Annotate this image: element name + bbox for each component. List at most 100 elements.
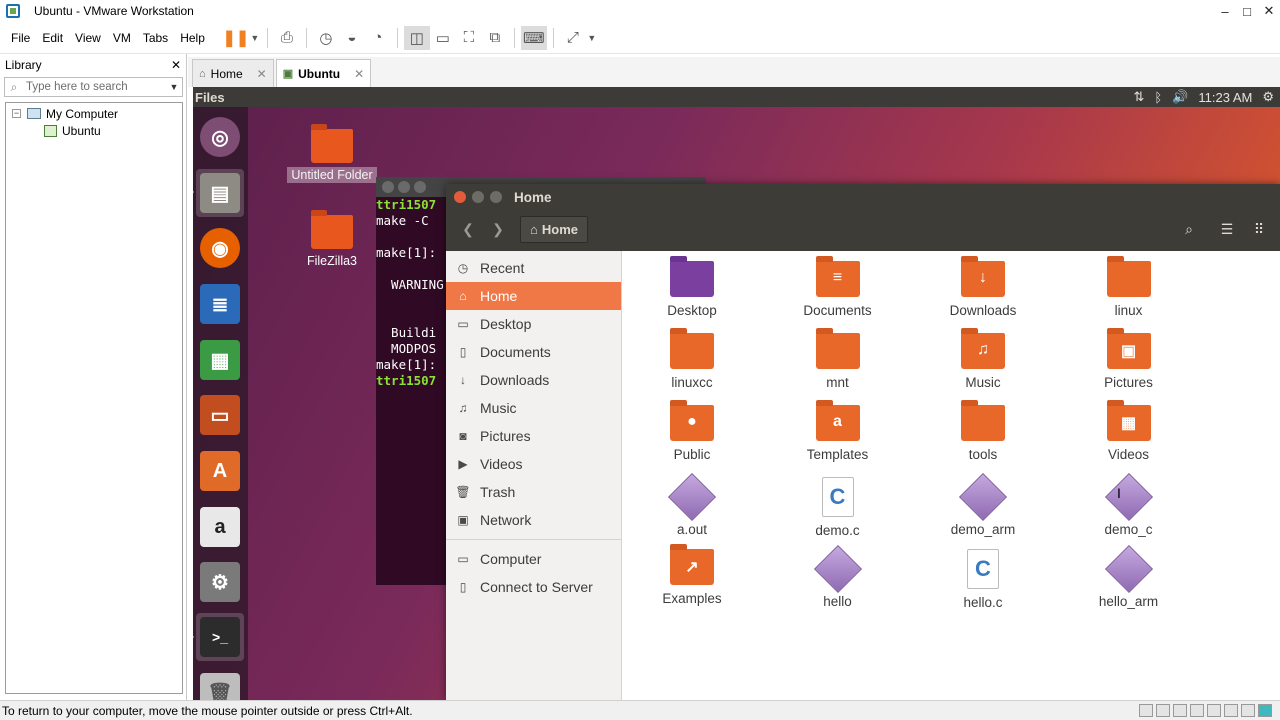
launcher-amazon[interactable]: a [196,503,244,551]
file-item-demo-c[interactable]: demo_c [1069,472,1189,537]
file-item-templates[interactable]: a Templates [778,400,898,462]
launcher-terminal[interactable]: >_ [196,613,244,661]
file-item-a-out[interactable]: a.out [632,472,752,537]
desktop-icon-filezilla3[interactable]: FileZilla3 [277,210,387,269]
tab-home[interactable]: ⌂ Home ✕ [192,59,274,87]
full-screen-icon[interactable]: ⛶ [456,26,482,50]
launcher-trash[interactable]: 🗑 [196,669,244,700]
tab-close-icon[interactable]: ✕ [257,67,267,81]
list-view-icon[interactable]: ☰ [1214,216,1240,242]
tab-ubuntu[interactable]: ▣ Ubuntu ✕ [275,59,372,87]
file-item-downloads[interactable]: ↓ Downloads [923,256,1043,318]
sidebar-item-connect-to-server[interactable]: ▯ Connect to Server [446,573,621,601]
menu-tabs[interactable]: Tabs [137,31,174,45]
file-item-mnt[interactable]: mnt [778,328,898,390]
chevron-down-icon[interactable]: ▼ [166,82,182,92]
sidebar-item-documents[interactable]: ▯ Documents [446,338,621,366]
file-item-linuxcc[interactable]: linuxcc [632,328,752,390]
file-item-pictures[interactable]: ▣ Pictures [1069,328,1189,390]
sidebar-item-videos[interactable]: ▶ Videos [446,450,621,478]
menu-edit[interactable]: Edit [36,31,69,45]
sidebar-item-trash[interactable]: 🗑 Trash [446,478,621,506]
send-ctrl-alt-del-icon[interactable]: ⎙ [274,26,300,50]
minimize-button[interactable]: – [1213,0,1237,22]
usb-status-icon[interactable] [1190,704,1204,717]
hdd-status-icon[interactable] [1139,704,1153,717]
snapshot-manager-icon[interactable]: ◔ [365,26,391,50]
launcher-files[interactable]: ▤ [196,169,244,217]
message-log-icon[interactable] [1258,704,1272,717]
file-item-music[interactable]: ♫ Music [923,328,1043,390]
launcher-writer[interactable]: ≣ [196,280,244,328]
bluetooth-icon[interactable]: ᛒ [1154,90,1162,105]
launcher-calc[interactable]: ▦ [196,336,244,384]
file-item-videos[interactable]: ▦ Videos [1069,400,1189,462]
pause-dropdown-icon[interactable]: ▼ [249,33,261,43]
file-item-hello-c[interactable]: Chello.c [923,549,1043,610]
file-item-desktop[interactable]: Desktop [632,256,752,318]
menu-view[interactable]: View [69,31,107,45]
close-button[interactable]: ✕ [1257,0,1280,22]
volume-icon[interactable]: 🔊 [1172,89,1188,105]
menu-vm[interactable]: VM [107,31,137,45]
file-item-hello[interactable]: hello [778,544,898,609]
forward-arrow-icon[interactable]: ❯ [484,216,512,242]
sound-status-icon[interactable] [1207,704,1221,717]
cdrom-status-icon[interactable] [1156,704,1170,717]
library-search[interactable]: ⌕ Type here to search ▼ [4,77,183,97]
display-status-icon[interactable] [1241,704,1255,717]
maximize-icon[interactable] [490,191,502,203]
settings-gear-icon[interactable]: ⚙ [1262,89,1274,105]
launcher-settings[interactable]: ⚙ [196,558,244,606]
tree-item-ubuntu[interactable]: Ubuntu [6,122,182,139]
printer-status-icon[interactable] [1224,704,1238,717]
launcher-software[interactable]: A [196,447,244,495]
menu-help[interactable]: Help [174,31,211,45]
network-icon[interactable]: ⇅ [1133,89,1144,105]
file-item-tools[interactable]: tools [923,400,1043,462]
revert-snapshot-icon[interactable]: ◒ [339,26,365,50]
stretch-guest-icon[interactable]: ⤢ [560,26,586,50]
minimize-icon[interactable] [472,191,484,203]
sidebar-item-downloads[interactable]: ↓ Downloads [446,366,621,394]
grid-view-icon[interactable]: ⠿ [1246,216,1272,242]
file-item-documents[interactable]: ≡ Documents [778,256,898,318]
clock[interactable]: 11:23 AM [1198,90,1252,105]
guest-display[interactable]: Files ⇅ ᛒ 🔊 11:23 AM ⚙ ◎ ▤ ◉ ≣ ▦ ▭ A a ⚙… [193,87,1280,700]
breadcrumb-home[interactable]: ⌂ Home [520,216,588,243]
search-icon[interactable]: ⌕ [1176,216,1202,242]
pause-icon[interactable]: ❚❚ [222,26,249,50]
file-item-demo-c[interactable]: Cdemo.c [778,477,898,538]
sidebar-item-home[interactable]: ⌂ Home [446,282,621,310]
sidebar-item-computer[interactable]: ▭ Computer [446,545,621,573]
file-item-demo-arm[interactable]: demo_arm [923,472,1043,537]
unity-icon[interactable]: ⧉ [482,26,508,50]
sidebar-item-recent[interactable]: ◷ Recent [446,254,621,282]
sidebar-item-network[interactable]: ▣ Network [446,506,621,534]
console-view-icon[interactable]: ⌨ [520,25,547,50]
library-search-input[interactable]: Type here to search [23,81,166,93]
file-item-hello-arm[interactable]: hello_arm [1069,544,1189,609]
file-item-linux[interactable]: linux [1069,256,1189,318]
tab-close-icon[interactable]: ✕ [354,67,364,81]
dash-button[interactable]: ◎ [196,113,244,161]
sidebar-item-music[interactable]: ♫ Music [446,394,621,422]
desktop-icon-untitled-folder[interactable]: Untitled Folder [277,124,387,183]
maximize-button[interactable]: □ [1235,0,1259,22]
launcher-impress[interactable]: ▭ [196,391,244,439]
file-item-public[interactable]: ● Public [632,400,752,462]
menu-file[interactable]: File [5,31,36,45]
collapse-toggle-icon[interactable]: − [12,109,21,118]
sidebar-item-pictures[interactable]: ◙ Pictures [446,422,621,450]
show-library-icon[interactable]: ◫ [403,25,430,50]
back-arrow-icon[interactable]: ❮ [454,216,482,242]
library-close-button[interactable]: ✕ [171,58,181,72]
file-item-examples[interactable]: ↗ Examples [632,544,752,606]
sidebar-item-desktop[interactable]: ▭ Desktop [446,310,621,338]
thumbnail-bar-icon[interactable]: ▭ [430,26,456,50]
snapshot-icon[interactable]: ◷ [313,26,339,50]
tree-item-my-computer[interactable]: − My Computer [6,105,182,122]
close-icon[interactable] [454,191,466,203]
network-status-icon[interactable] [1173,704,1187,717]
stretch-dropdown-icon[interactable]: ▼ [586,33,598,43]
